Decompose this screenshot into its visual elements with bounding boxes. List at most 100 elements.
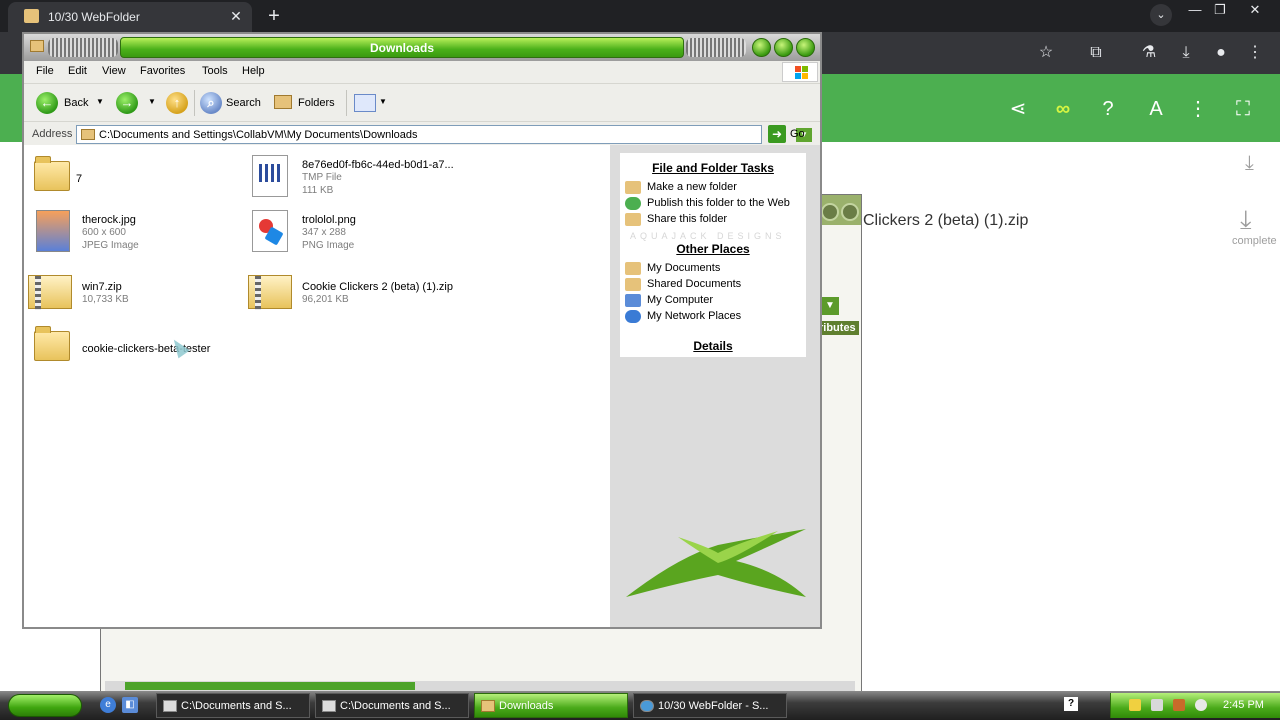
menu-favorites[interactable]: Favorites: [140, 65, 185, 77]
explorer-titlebar[interactable]: Downloads: [24, 34, 820, 61]
network-icon[interactable]: [1151, 699, 1163, 711]
bg-minimize-button[interactable]: [821, 203, 839, 221]
bg-dropdown-arrow-icon[interactable]: ▼: [821, 297, 839, 315]
up-folder-icon[interactable]: ↑: [166, 92, 188, 114]
show-desktop-icon[interactable]: ◧: [122, 697, 138, 713]
task-link[interactable]: Publish this folder to the Web: [647, 197, 790, 209]
folder-icon: [81, 129, 95, 140]
window-title: Downloads: [120, 37, 684, 58]
address-input[interactable]: C:\Documents and Settings\CollabVM\My Do…: [76, 125, 812, 144]
security-shield-icon[interactable]: [1129, 699, 1141, 711]
file-item[interactable]: 7: [24, 153, 244, 203]
download-list-icon[interactable]: ⤓: [1245, 152, 1254, 175]
menu-file[interactable]: File: [36, 65, 54, 77]
download-complete-icon: ⤓: [1240, 204, 1252, 234]
bg-scrollbar-thumb[interactable]: [125, 682, 415, 690]
details-heading[interactable]: Details: [620, 339, 806, 353]
more-icon[interactable]: ⋮: [1185, 96, 1211, 122]
my-documents-icon: [625, 262, 641, 275]
help-icon[interactable]: ?: [1064, 697, 1078, 711]
volume-icon[interactable]: [1173, 699, 1185, 711]
place-link[interactable]: My Network Places: [647, 310, 741, 322]
place-link[interactable]: My Documents: [647, 262, 720, 274]
zip-folder-icon: [248, 275, 292, 310]
place-link[interactable]: Shared Documents: [647, 278, 741, 290]
back-dropdown-icon[interactable]: ▼: [96, 97, 104, 106]
taskbar-button-label: C:\Documents and S...: [340, 700, 451, 712]
place-link[interactable]: My Computer: [647, 294, 713, 306]
download-filename[interactable]: Clickers 2 (beta) (1).zip: [863, 212, 1028, 230]
extensions-icon[interactable]: ⧉: [1085, 42, 1107, 64]
taskbar-button[interactable]: Downloads: [474, 693, 628, 718]
search-tray-icon[interactable]: [1195, 699, 1207, 711]
file-type: TMP File: [302, 172, 342, 183]
back-button-label[interactable]: Back: [64, 97, 88, 109]
titlebar-grip-left: [48, 38, 118, 57]
back-arrow-icon[interactable]: ←: [36, 92, 58, 114]
taskbar-button[interactable]: C:\Documents and S...: [315, 693, 469, 718]
bg-attributes-column-header[interactable]: ributes: [819, 321, 859, 335]
browser-tab[interactable]: 10/30 WebFolder ✕: [8, 2, 252, 32]
maximize-window-button[interactable]: [774, 38, 793, 57]
fullscreen-icon[interactable]: ⛶: [1230, 96, 1256, 122]
network-places-icon: [625, 310, 641, 323]
search-icon[interactable]: ⌕: [200, 92, 222, 114]
profile-icon[interactable]: ●: [1210, 42, 1232, 64]
window-icon: [322, 700, 336, 712]
forward-arrow-icon[interactable]: →: [116, 92, 138, 114]
file-item[interactable]: win7.zip 10,733 KB: [24, 269, 244, 319]
internet-explorer-icon[interactable]: e: [100, 697, 116, 713]
folders-icon[interactable]: [274, 95, 292, 109]
download-icon[interactable]: ⤓: [1175, 42, 1197, 64]
help-icon[interactable]: ?: [1095, 96, 1121, 122]
file-item[interactable]: 8e76ed0f-fb6c-44ed-b0d1-a7... TMP File 1…: [244, 153, 464, 203]
file-folder-tasks-heading[interactable]: File and Folder Tasks: [620, 161, 806, 175]
menu-tools[interactable]: Tools: [202, 65, 228, 77]
file-item[interactable]: therock.jpg 600 x 600 JPEG Image: [24, 208, 244, 258]
shared-documents-icon: [625, 278, 641, 291]
forward-dropdown-icon[interactable]: ▼: [148, 97, 156, 106]
close-window-button[interactable]: ✕: [1240, 2, 1270, 18]
kebab-menu-icon[interactable]: ⋮: [1244, 42, 1266, 64]
minimize-window-button[interactable]: [752, 38, 771, 57]
logo-watermark: AQUAJACK DESIGNS: [630, 231, 786, 241]
taskbar-button[interactable]: C:\Documents and S...: [156, 693, 310, 718]
bg-horizontal-scrollbar[interactable]: [105, 681, 855, 691]
translate-icon[interactable]: A: [1143, 96, 1169, 122]
restore-button[interactable]: ❐: [1205, 2, 1235, 18]
menu-help[interactable]: Help: [242, 65, 265, 77]
start-button[interactable]: [8, 694, 82, 717]
file-name: win7.zip: [82, 281, 122, 293]
go-arrow-icon[interactable]: ➜: [768, 125, 786, 143]
menu-bar: File Edit View Favorites Tools Help: [24, 61, 820, 83]
star-icon[interactable]: ☆: [1035, 42, 1057, 64]
views-icon[interactable]: [354, 94, 376, 112]
new-tab-button[interactable]: +: [262, 4, 286, 28]
task-link[interactable]: Share this folder: [647, 213, 727, 225]
folder-window-icon: [30, 40, 44, 52]
task-link[interactable]: Make a new folder: [647, 181, 737, 193]
tab-close-icon[interactable]: ✕: [227, 7, 245, 25]
file-item[interactable]: Cookie Clickers 2 (beta) (1).zip 96,201 …: [244, 269, 464, 319]
task-pane-box: File and Folder Tasks Make a new folder …: [620, 153, 806, 357]
bg-maximize-button[interactable]: [841, 203, 859, 221]
share-icon[interactable]: ⋖: [1005, 96, 1031, 122]
toolbar-separator: [346, 90, 347, 116]
image-dimensions: 347 x 288: [302, 227, 346, 238]
search-button-label[interactable]: Search: [226, 97, 261, 109]
loop-icon[interactable]: ∞: [1050, 96, 1076, 122]
titlebar-grip-right: [686, 38, 746, 57]
file-item[interactable]: cookie-clickers-beta-tester: [24, 323, 244, 373]
taskbar-button-label: 10/30 WebFolder - S...: [658, 700, 769, 712]
taskbar-button[interactable]: 10/30 WebFolder - S...: [633, 693, 787, 718]
views-dropdown-icon[interactable]: ▼: [379, 97, 387, 106]
folders-button-label[interactable]: Folders: [298, 97, 335, 109]
close-explorer-button[interactable]: [796, 38, 815, 57]
menu-view[interactable]: View: [102, 65, 126, 77]
other-places-heading[interactable]: Other Places: [620, 242, 806, 256]
file-item[interactable]: trololol.png 347 x 288 PNG Image: [244, 208, 464, 258]
tab-search-button[interactable]: ⌄: [1150, 4, 1172, 26]
menu-edit[interactable]: Edit: [68, 65, 87, 77]
labs-icon[interactable]: ⚗: [1138, 42, 1160, 64]
go-button-label[interactable]: Go: [790, 128, 805, 140]
